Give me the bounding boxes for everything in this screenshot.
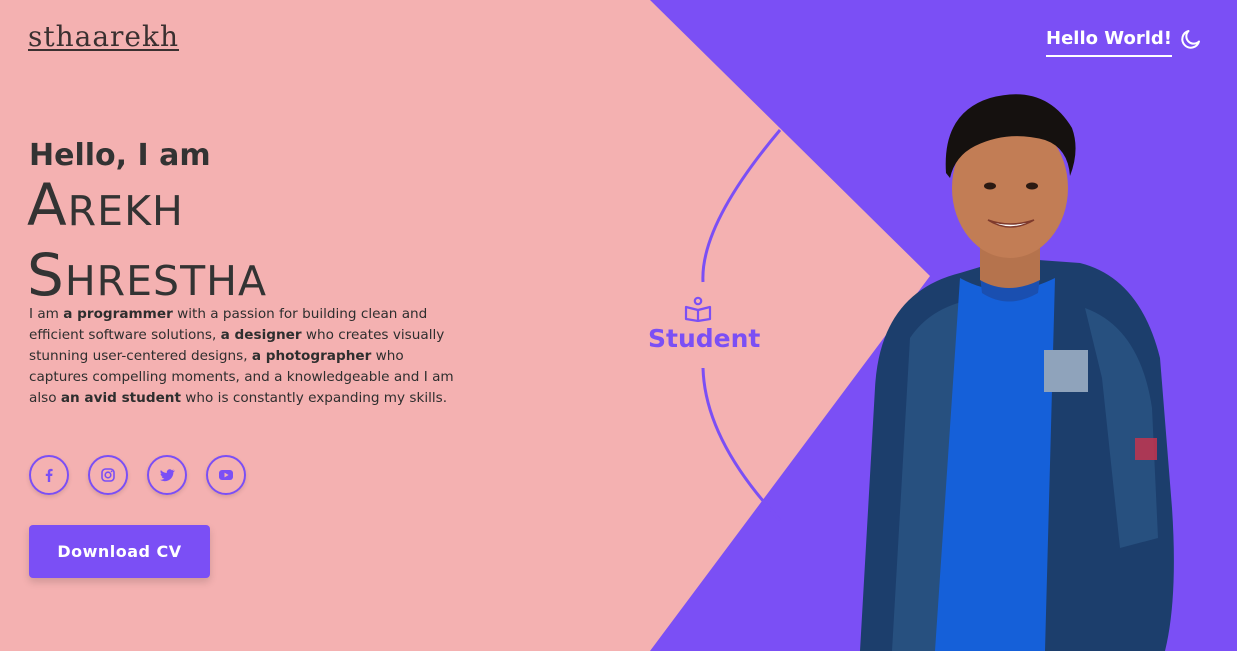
nav-link-hello-world[interactable]: Hello World!	[1046, 28, 1172, 57]
youtube-link[interactable]	[206, 455, 246, 495]
bio-highlight-student: an avid student	[60, 390, 181, 406]
youtube-icon	[219, 470, 233, 480]
hero-last-name: Shrestha	[27, 241, 267, 309]
bio-highlight-programmer: a programmer	[63, 306, 173, 322]
facebook-link[interactable]	[29, 455, 69, 495]
logo[interactable]: sthaarekh	[28, 20, 179, 53]
twitter-link[interactable]	[147, 455, 187, 495]
role-badge: Student	[648, 296, 761, 353]
twitter-icon	[160, 469, 175, 482]
bio-highlight-designer: a designer	[220, 327, 302, 343]
instagram-icon	[101, 468, 115, 482]
facebook-icon	[45, 468, 53, 482]
moon-icon[interactable]	[1179, 27, 1203, 51]
social-links	[29, 455, 246, 495]
hero-name: Arekh Shrestha	[27, 170, 267, 310]
bio-text: I am	[29, 306, 64, 322]
hero-greeting: Hello, I am	[29, 138, 211, 173]
profile-photo	[860, 94, 1174, 651]
download-cv-button[interactable]: Download CV	[29, 525, 210, 578]
bio-text: who is constantly expanding my skills.	[180, 390, 448, 406]
instagram-link[interactable]	[88, 455, 128, 495]
bio-highlight-photographer: a photographer	[251, 348, 372, 364]
book-reader-icon	[684, 296, 712, 322]
hero-bio: I am a programmer with a passion for bui…	[29, 304, 454, 409]
hero-first-name: Arekh	[27, 171, 184, 239]
role-label: Student	[648, 324, 761, 353]
